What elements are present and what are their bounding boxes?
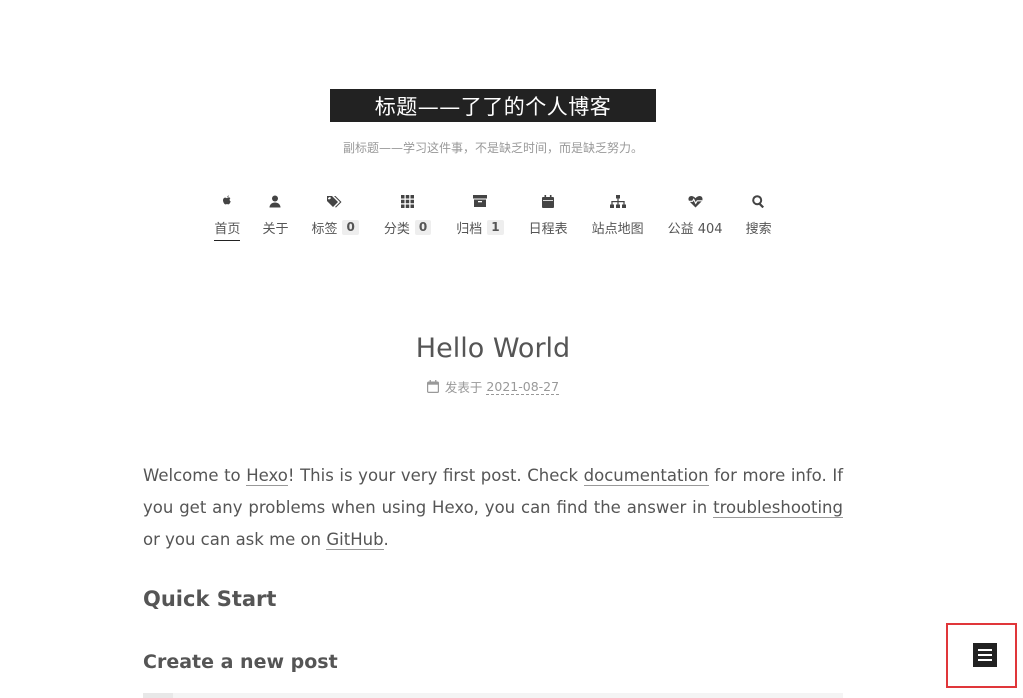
apple-icon	[219, 193, 235, 209]
menu-line-icon	[978, 659, 992, 661]
intro-text-1: Welcome to	[143, 466, 247, 485]
menu-label-about: 关于	[262, 222, 289, 237]
menu-label-schedule: 日程表	[528, 222, 568, 237]
menu-item-schedule[interactable]: 日程表	[529, 193, 568, 241]
menu-label-sitemap: 站点地图	[591, 222, 644, 237]
menu-item-about[interactable]: 关于	[262, 193, 288, 241]
sidebar-toggle-button[interactable]	[973, 643, 997, 667]
post-date: 2021-08-27	[486, 378, 560, 395]
menu-label-categories: 分类	[383, 222, 410, 237]
intro-text-4: or you can ask me on	[143, 530, 327, 549]
menu-line-icon	[978, 654, 992, 656]
archive-icon	[472, 193, 488, 209]
menu-item-sitemap[interactable]: 站点地图	[592, 193, 644, 241]
code-block	[143, 693, 843, 698]
user-icon	[267, 193, 283, 209]
calendar-o-icon	[426, 380, 439, 393]
menu-item-home[interactable]: 首页	[214, 193, 241, 241]
documentation-link[interactable]: documentation	[583, 466, 709, 486]
menu-item-search[interactable]: 搜索	[746, 193, 772, 241]
menu-item-categories[interactable]: 分类 0	[383, 193, 432, 241]
intro-text-5: .	[383, 530, 389, 549]
hexo-link[interactable]: Hexo	[246, 466, 288, 486]
menu-label-archives: 归档	[456, 222, 483, 237]
menu-label-tags: 标签	[311, 222, 338, 237]
post-intro-paragraph: Welcome to Hexo! This is your very first…	[143, 460, 843, 556]
heading-quick-start: Quick Start	[143, 587, 277, 611]
post-title[interactable]: Hello World	[0, 333, 986, 364]
menu-line-icon	[978, 649, 992, 651]
menu-label-search: 搜索	[745, 222, 772, 237]
heartbeat-icon	[687, 193, 703, 209]
intro-text-2: ! This is your very first post. Check	[287, 466, 584, 485]
site-title-banner[interactable]: 标题——了了的个人博客	[330, 89, 656, 122]
main-menu: 首页 关于 标签 0 分类 0 归档 1 日程表 站点地图 公益 404 搜索	[0, 193, 986, 241]
menu-item-archives[interactable]: 归档 1	[456, 193, 504, 241]
post-meta-label: 发表于	[444, 380, 483, 395]
site-subtitle: 副标题——学习这件事，不是缺乏时间，而是缺乏努力。	[342, 141, 643, 155]
sitemap-icon	[609, 193, 626, 209]
archives-count-badge: 1	[487, 220, 504, 235]
grid-icon	[400, 193, 416, 209]
categories-count-badge: 0	[414, 220, 432, 235]
search-icon	[751, 193, 767, 209]
post-meta: 发表于 2021-08-27	[0, 377, 986, 396]
calendar-icon	[540, 193, 556, 209]
page: 标题——了了的个人博客 副标题——学习这件事，不是缺乏时间，而是缺乏努力。 首页…	[0, 0, 1023, 698]
heading-create-post: Create a new post	[143, 651, 338, 673]
menu-label-home: 首页	[214, 222, 241, 237]
menu-label-404: 公益 404	[667, 222, 723, 237]
github-link[interactable]: GitHub	[326, 530, 384, 550]
menu-item-404[interactable]: 公益 404	[668, 193, 723, 241]
site-title[interactable]: 标题——了了的个人博客	[375, 91, 612, 121]
menu-item-tags[interactable]: 标签 0	[311, 193, 359, 241]
tags-icon	[327, 193, 343, 209]
troubleshooting-link[interactable]: troubleshooting	[713, 498, 843, 518]
tags-count-badge: 0	[342, 220, 359, 235]
